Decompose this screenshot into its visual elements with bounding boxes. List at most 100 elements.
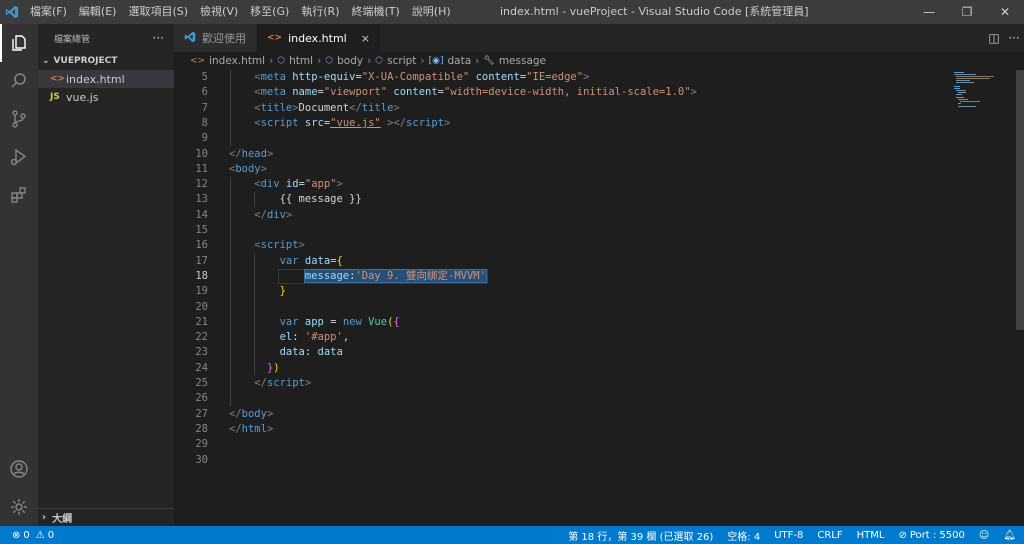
close-tab-icon[interactable]: × bbox=[361, 32, 370, 45]
code-line: 19 } bbox=[195, 285, 286, 298]
code-line: 15 bbox=[195, 224, 208, 236]
code-line: 20 bbox=[195, 300, 208, 313]
encoding[interactable]: UTF-8 bbox=[774, 530, 803, 541]
window-controls: — ❐ ✕ bbox=[910, 0, 1024, 24]
code-line: 23 data: data bbox=[195, 346, 343, 359]
notifications-icon[interactable]: 🔔︎ bbox=[1003, 530, 1016, 541]
split-editor-icon[interactable]: ◫ bbox=[984, 31, 1004, 45]
code-line: 17 var data={ bbox=[195, 254, 343, 267]
vscode-logo-icon bbox=[0, 0, 24, 24]
html-icon: <> bbox=[267, 33, 283, 43]
run-debug-icon[interactable] bbox=[0, 138, 38, 176]
feedback-icon[interactable]: ☺ bbox=[979, 530, 989, 541]
code-line: 24 }) bbox=[195, 361, 280, 374]
code-line: 22 el: '#app', bbox=[195, 331, 350, 344]
source-control-icon[interactable] bbox=[0, 100, 38, 138]
cursor-position[interactable]: 第 18 行，第 39 欄 (已選取 26) bbox=[568, 528, 713, 543]
code-line: 27 </body> bbox=[195, 407, 274, 420]
breadcrumb-html[interactable]: ⬡ html bbox=[277, 55, 313, 67]
problems-indicator[interactable]: ⊗ 0 ⚠ 0 bbox=[12, 530, 54, 541]
explorer-icon[interactable] bbox=[0, 24, 38, 62]
explorer-title: 檔案總管 bbox=[54, 34, 91, 45]
variable-icon: [◉] bbox=[428, 56, 444, 66]
code-line: 12 <div id="app"> bbox=[195, 178, 343, 191]
chevron-right-icon: › bbox=[317, 55, 322, 67]
element-icon: ⬡ bbox=[375, 56, 384, 66]
code-line: 7 <title>Document</title> bbox=[201, 101, 400, 114]
breadcrumb-data[interactable]: [◉] data bbox=[429, 55, 472, 67]
breadcrumb: <> index.html › ⬡ html › ⬡ body › ⬡ script ›… bbox=[174, 52, 1024, 70]
live-server-port[interactable]: ⊘ Port : 5500 bbox=[898, 530, 964, 541]
account-icon[interactable] bbox=[0, 450, 38, 488]
code-line: 16 <script> bbox=[195, 239, 305, 252]
line-ending[interactable]: CRLF bbox=[817, 530, 842, 541]
vertical-scrollbar[interactable] bbox=[1016, 70, 1024, 526]
menu-help[interactable]: 說明(H) bbox=[406, 0, 457, 24]
activity-bar bbox=[0, 24, 38, 526]
more-actions-icon[interactable]: ··· bbox=[153, 31, 164, 45]
outline-label: 大綱 bbox=[52, 514, 73, 525]
warning-icon: ⚠ bbox=[35, 529, 45, 541]
breadcrumb-script[interactable]: ⬡ script bbox=[375, 55, 416, 67]
code-line: 9 bbox=[201, 132, 208, 145]
outline-section[interactable]: › 大綱 bbox=[38, 508, 174, 526]
breadcrumb-file[interactable]: <> index.html bbox=[190, 55, 265, 67]
menu-file[interactable]: 檔案(F) bbox=[24, 0, 73, 24]
error-icon: ⊗ bbox=[12, 529, 21, 541]
project-folder[interactable]: ⌄ VUEPROJECT bbox=[38, 52, 174, 70]
chevron-right-icon: › bbox=[42, 512, 47, 523]
code-line: 29 bbox=[195, 438, 208, 451]
code-line: 14 </div> bbox=[195, 208, 293, 221]
html-icon: <> bbox=[190, 56, 206, 66]
minimap[interactable] bbox=[950, 70, 1016, 526]
gear-icon[interactable] bbox=[0, 488, 38, 526]
selected-text: message:'Day 9. 雙向綁定-MVVM' bbox=[303, 268, 487, 283]
window-title: index.html - vueProject - Visual Studio … bbox=[500, 5, 809, 18]
extensions-icon[interactable] bbox=[0, 176, 38, 214]
status-bar: ⊗ 0 ⚠ 0 第 18 行，第 39 欄 (已選取 26) 空格: 4 UTF-8… bbox=[0, 526, 1024, 544]
tab-welcome[interactable]: 歡迎使用 bbox=[174, 24, 257, 52]
code-line: 28 </html> bbox=[195, 422, 274, 435]
js-file-icon: JS bbox=[50, 92, 60, 102]
chevron-right-icon: › bbox=[367, 55, 372, 67]
menu-edit[interactable]: 編輯(E) bbox=[73, 0, 123, 24]
tab-index-html[interactable]: <> index.html × bbox=[257, 24, 381, 52]
menu-run[interactable]: 執行(R) bbox=[295, 0, 345, 24]
code-line: 11 <body> bbox=[195, 162, 267, 175]
editor-tabs: 歡迎使用 <> index.html × ◫ ··· bbox=[174, 24, 1024, 52]
code-line: 21 var app = new Vue({ bbox=[195, 315, 400, 328]
chevron-right-icon: › bbox=[475, 55, 480, 67]
tab-label: 歡迎使用 bbox=[202, 32, 246, 45]
scrollbar-thumb[interactable] bbox=[1016, 70, 1024, 330]
minimize-button[interactable]: — bbox=[910, 0, 948, 24]
restore-button[interactable]: ❐ bbox=[948, 0, 986, 24]
chevron-right-icon: › bbox=[420, 55, 425, 67]
element-icon: ⬡ bbox=[277, 56, 286, 66]
menu-view[interactable]: 檢視(V) bbox=[194, 0, 244, 24]
indentation[interactable]: 空格: 4 bbox=[727, 528, 760, 543]
code-editor[interactable]: 5 <meta http-equiv="X-UA-Compatible" con… bbox=[174, 70, 950, 526]
more-actions-icon[interactable]: ··· bbox=[1004, 31, 1024, 45]
close-window-button[interactable]: ✕ bbox=[986, 0, 1024, 24]
menu-go[interactable]: 移至(G) bbox=[244, 0, 295, 24]
language-mode[interactable]: HTML bbox=[857, 530, 885, 541]
title-bar: 檔案(F) 編輯(E) 選取項目(S) 檢視(V) 移至(G) 執行(R) 終端… bbox=[0, 0, 1024, 24]
tab-label: index.html bbox=[288, 31, 347, 45]
menu-bar: 檔案(F) 編輯(E) 選取項目(S) 檢視(V) 移至(G) 執行(R) 終端… bbox=[24, 0, 457, 24]
file-vue-js[interactable]: JS vue.js bbox=[38, 88, 174, 106]
project-name: VUEPROJECT bbox=[53, 56, 118, 66]
code-line: 10 </head> bbox=[195, 147, 274, 160]
menu-terminal[interactable]: 終端機(T) bbox=[346, 0, 406, 24]
breadcrumb-body[interactable]: ⬡ body bbox=[325, 55, 363, 67]
code-line: 6 <meta name="viewport" content="width=d… bbox=[201, 86, 697, 99]
search-icon[interactable] bbox=[0, 62, 38, 100]
file-index-html[interactable]: <> index.html bbox=[38, 70, 174, 88]
chevron-down-icon: ⌄ bbox=[42, 56, 50, 66]
code-line: 30 bbox=[195, 453, 208, 466]
code-line: 5 <meta http-equiv="X-UA-Compatible" con… bbox=[201, 71, 590, 83]
breadcrumb-message[interactable]: 🔧︎ message bbox=[483, 55, 546, 67]
code-line: 13 {{ message }} bbox=[195, 193, 362, 206]
html-file-icon: <> bbox=[50, 74, 66, 84]
vscode-icon bbox=[184, 31, 196, 46]
menu-selection[interactable]: 選取項目(S) bbox=[122, 0, 194, 24]
